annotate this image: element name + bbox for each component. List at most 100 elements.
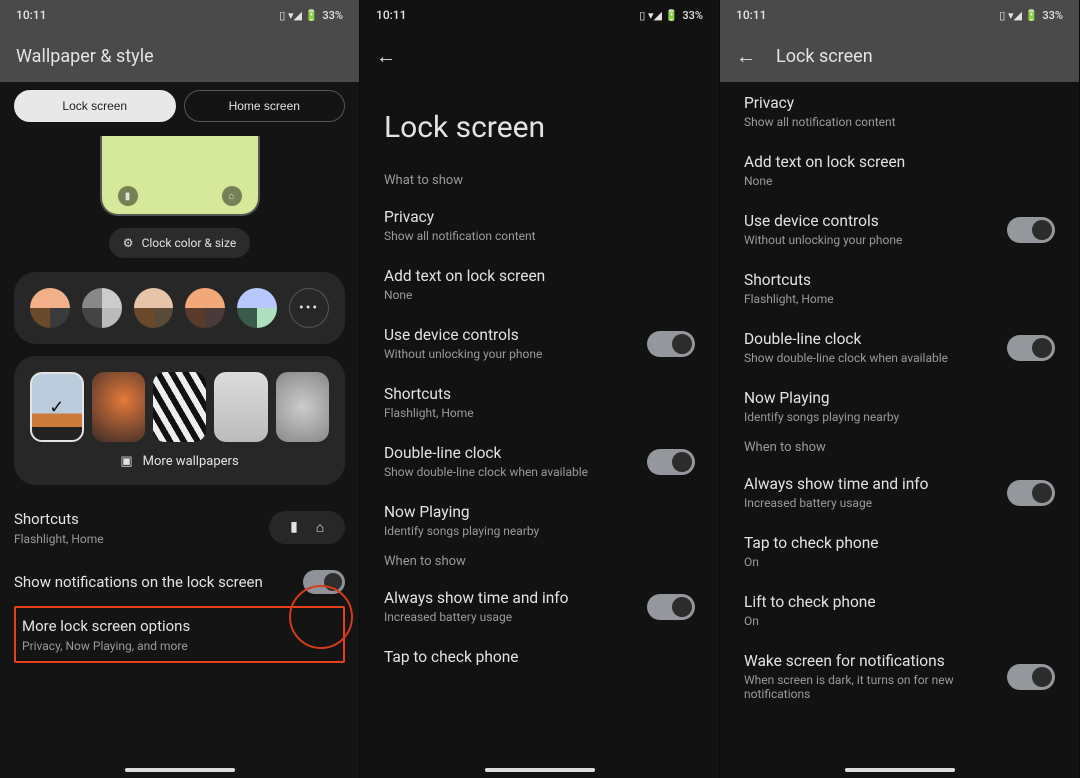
toggle-switch[interactable] xyxy=(1007,480,1055,506)
shortcuts-row[interactable]: Shortcuts Flashlight, Home ▮ ⌂ xyxy=(14,497,345,558)
show-notifications-label: Show notifications on the lock screen xyxy=(14,572,263,593)
settings-item-title: Lift to check phone xyxy=(744,593,876,611)
shortcuts-title: Shortcuts xyxy=(14,509,104,530)
wallpaper-thumb-4[interactable] xyxy=(214,372,267,442)
clock-color-size-chip[interactable]: ⚙ Clock color & size xyxy=(109,228,250,258)
section-when-to-show: When to show xyxy=(720,436,1079,463)
settings-item-sub: Identify songs playing nearby xyxy=(744,410,899,424)
settings-item-title: Always show time and info xyxy=(744,475,929,493)
settings-item[interactable]: Always show time and infoIncreased batte… xyxy=(360,577,719,636)
settings-item[interactable]: Add text on lock screen None xyxy=(360,255,719,314)
tab-home-screen[interactable]: Home screen xyxy=(184,90,346,122)
status-bar: 10:11 ▯ ▾◢ 🔋33% xyxy=(360,0,719,30)
title-bar: ← Lock screen xyxy=(720,30,1079,82)
tab-bar: Lock screen Home screen xyxy=(14,90,345,122)
flashlight-icon: ▮ xyxy=(281,519,307,536)
settings-item[interactable]: Shortcuts Flashlight, Home xyxy=(360,373,719,432)
color-swatch-1[interactable] xyxy=(30,288,70,328)
settings-item[interactable]: Now PlayingIdentify songs playing nearby xyxy=(360,491,719,550)
page-title: Lock screen xyxy=(776,46,873,67)
settings-item[interactable]: Now Playing Identify songs playing nearby xyxy=(720,377,1079,436)
settings-item-sub: Identify songs playing nearby xyxy=(384,524,539,538)
chip-label: Clock color & size xyxy=(142,236,237,250)
color-swatch-3[interactable] xyxy=(134,288,174,328)
status-icons: ▯ ▾◢ 🔋33% xyxy=(639,9,703,22)
settings-item[interactable]: Tap to check phoneOn xyxy=(720,522,1079,581)
settings-item[interactable]: PrivacyShow all notification content xyxy=(720,82,1079,141)
tab-lock-screen[interactable]: Lock screen xyxy=(14,90,176,122)
wallpaper-thumb-5[interactable] xyxy=(276,372,329,442)
settings-list-what: Privacy Show all notification content Add … xyxy=(360,196,719,550)
settings-item[interactable]: Double-line clock Show double-line clock … xyxy=(720,318,1079,377)
lock-screen-preview[interactable]: ▮ ⌂ xyxy=(100,136,260,216)
status-icons: ▯ ▾◢ 🔋33% xyxy=(279,9,343,22)
status-time: 10:11 xyxy=(376,8,406,22)
nav-handle[interactable] xyxy=(845,768,955,772)
settings-item-sub: On xyxy=(744,614,876,628)
settings-item[interactable]: ShortcutsFlashlight, Home xyxy=(720,259,1079,318)
more-wallpapers-button[interactable]: ▣ More wallpapers xyxy=(30,454,329,469)
settings-item-title: Always show time and info xyxy=(384,589,569,607)
gear-icon: ⚙ xyxy=(123,236,134,250)
wallpaper-thumb-2[interactable] xyxy=(92,372,145,442)
settings-item-sub: Show double-line clock when available xyxy=(384,465,588,479)
settings-item-sub: Show all notification content xyxy=(744,115,896,129)
settings-item-title: Wake screen for notifications xyxy=(744,652,995,670)
settings-item[interactable]: Add text on lock screenNone xyxy=(720,141,1079,200)
settings-item-sub: Flashlight, Home xyxy=(744,292,834,306)
settings-item-sub: Flashlight, Home xyxy=(384,406,474,420)
flashlight-icon: ▮ xyxy=(118,186,138,206)
settings-item-title: Double-line clock xyxy=(744,330,948,348)
home-icon: ⌂ xyxy=(222,186,242,206)
settings-item[interactable]: Double-line clockShow double-line clock … xyxy=(360,432,719,491)
settings-item-sub: Show double-line clock when available xyxy=(744,351,948,365)
settings-item[interactable]: Use device controlsWithout unlocking you… xyxy=(720,200,1079,259)
settings-item-sub: Increased battery usage xyxy=(744,496,929,510)
toggle-switch[interactable] xyxy=(1007,217,1055,243)
status-time: 10:11 xyxy=(736,8,766,22)
more-wallpapers-label: More wallpapers xyxy=(143,454,239,469)
settings-item-sub: When screen is dark, it turns on for new… xyxy=(744,673,995,701)
highlight-circle xyxy=(289,585,353,649)
settings-item-title: Add text on lock screen xyxy=(384,267,545,285)
nav-handle[interactable] xyxy=(125,768,235,772)
back-button[interactable]: ← xyxy=(736,44,756,69)
settings-item[interactable]: Wake screen for notifications When screen… xyxy=(720,640,1079,713)
settings-item[interactable]: Use device controlsWithout unlocking you… xyxy=(360,314,719,373)
wallpaper-thumb-1[interactable] xyxy=(30,372,84,442)
color-palette-card: ••• xyxy=(14,272,345,344)
settings-item-title: Privacy xyxy=(384,208,536,226)
home-icon: ⌂ xyxy=(307,519,333,536)
more-options-sub: Privacy, Now Playing, and more xyxy=(22,639,190,653)
toggle-switch[interactable] xyxy=(647,594,695,620)
settings-item-title: Use device controls xyxy=(744,212,902,230)
status-bar: 10:11 ▯ ▾◢ 🔋33% xyxy=(0,0,359,30)
settings-item-title: Tap to check phone xyxy=(744,534,879,552)
settings-item[interactable]: Lift to check phone On xyxy=(720,581,1079,640)
more-colors-button[interactable]: ••• xyxy=(289,288,329,328)
wallpaper-thumb-3[interactable] xyxy=(153,372,206,442)
toggle-switch[interactable] xyxy=(647,449,695,475)
nav-handle[interactable] xyxy=(485,768,595,772)
color-swatch-5[interactable] xyxy=(237,288,277,328)
settings-item-sub: None xyxy=(384,288,545,302)
status-bar: 10:11 ▯ ▾◢ 🔋33% xyxy=(720,0,1079,30)
settings-item[interactable]: Always show time and info Increased batte… xyxy=(720,463,1079,522)
back-button[interactable]: ← xyxy=(376,44,396,69)
more-options-title: More lock screen options xyxy=(22,616,190,637)
toggle-switch[interactable] xyxy=(1007,664,1055,690)
color-swatch-2-selected[interactable] xyxy=(82,288,122,328)
status-icons: ▯ ▾◢ 🔋33% xyxy=(999,9,1063,22)
color-swatch-4[interactable] xyxy=(185,288,225,328)
settings-list-when: Always show time and info Increased batte… xyxy=(720,463,1079,713)
settings-item-sub: Without unlocking your phone xyxy=(384,347,542,361)
settings-item-title: Now Playing xyxy=(744,389,899,407)
settings-item[interactable]: Privacy Show all notification content xyxy=(360,196,719,255)
shortcuts-sub: Flashlight, Home xyxy=(14,532,104,546)
settings-list-when: Always show time and infoIncreased batte… xyxy=(360,577,719,678)
settings-item-sub: Show all notification content xyxy=(384,229,536,243)
toggle-switch[interactable] xyxy=(647,331,695,357)
settings-item[interactable]: Tap to check phone xyxy=(360,636,719,678)
settings-item-title: Shortcuts xyxy=(384,385,474,403)
toggle-switch[interactable] xyxy=(1007,335,1055,361)
